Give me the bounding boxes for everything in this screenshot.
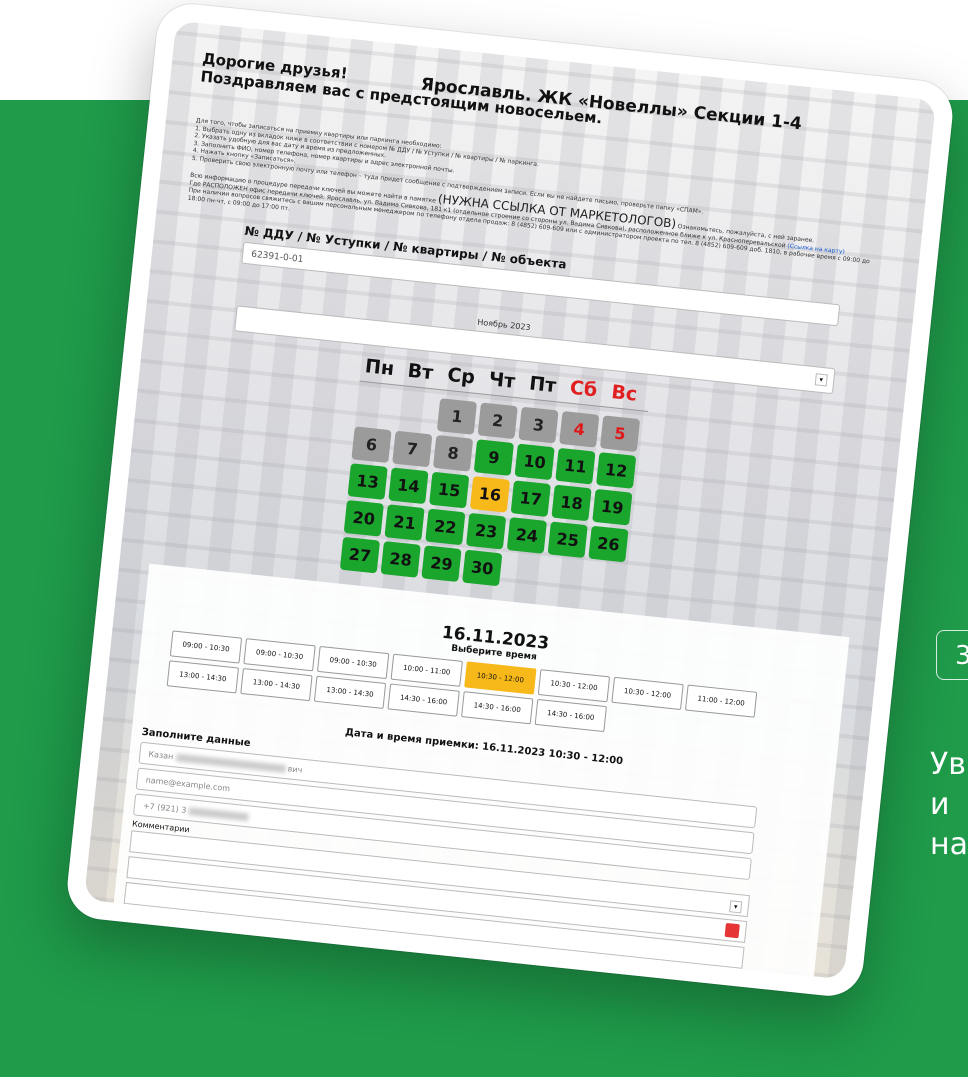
tablet-mockup: Дорогие друзья! Поздравляем вас с предст… [64,0,956,1000]
calendar-day-13[interactable]: 13 [347,463,388,500]
calendar-day-1: 1 [436,398,478,435]
calendar-day-19[interactable]: 19 [592,488,633,526]
calendar-day-9[interactable]: 9 [473,439,514,476]
weekday-mon: Пн [364,355,396,381]
time-slot[interactable]: 09:00 - 10:30 [169,630,243,664]
weekday-wed: Ср [446,363,477,389]
time-slot[interactable]: 10:00 - 11:00 [390,653,463,687]
calendar-day-24[interactable]: 24 [506,517,548,554]
calendar-day-16[interactable]: 16 [469,476,511,513]
calendar: Пн Вт Ср Чт Пт Сб Вс 1 2 3 4 5 6 7 8 9 10 11 12 13 14… [339,354,651,600]
name-blurred-part [175,752,286,773]
calendar-day-10[interactable]: 10 [514,443,555,481]
calendar-day-4: 4 [559,411,600,448]
tablet-screen: Дорогие друзья! Поздравляем вас с предст… [83,20,937,980]
time-slot[interactable]: 14:30 - 16:00 [387,683,460,717]
calendar-day-8: 8 [432,434,474,472]
time-slot[interactable]: 10:30 - 12:00 [464,661,537,695]
time-slot[interactable]: 13:00 - 14:30 [240,668,313,702]
time-slot[interactable]: 10:30 - 12:00 [537,669,611,703]
name-visible-end: вич [287,764,303,775]
time-slot[interactable]: 14:30 - 16:00 [461,691,534,725]
calendar-empty-cell [355,390,395,427]
time-slot[interactable]: 10:30 - 12:00 [611,676,684,711]
weekday-sun: Вс [610,381,639,406]
calendar-day-6: 6 [351,426,392,464]
side-number-box: 3 [936,630,968,680]
calendar-day-23[interactable]: 23 [465,512,507,550]
calendar-day-29[interactable]: 29 [421,545,462,583]
calendar-day-2: 2 [477,402,518,440]
time-slot[interactable]: 11:00 - 12:00 [684,684,758,718]
phone-value: +7 (921) 3 [142,801,187,815]
calendar-day-27[interactable]: 27 [339,536,381,574]
calendar-day-3: 3 [518,406,559,444]
time-slot[interactable]: 09:00 - 10:30 [316,645,390,680]
calendar-day-5: 5 [599,415,641,452]
weekday-fri: Пт [528,372,558,398]
calendar-day-14[interactable]: 14 [388,467,429,505]
phone-blurred-part [188,806,249,821]
weekday-sat: Сб [568,376,599,402]
calendar-day-18[interactable]: 18 [551,484,592,522]
name-visible-start: Казан [147,749,174,762]
clear-icon[interactable] [724,922,740,939]
calendar-day-7: 7 [392,430,433,468]
calendar-day-30[interactable]: 30 [462,549,503,587]
weekday-thu: Чт [487,368,517,393]
chevron-down-icon[interactable]: ▾ [729,900,743,914]
time-slot[interactable]: 14:30 - 16:00 [534,698,607,733]
calendar-day-28[interactable]: 28 [380,541,421,578]
time-slot[interactable]: 09:00 - 10:30 [243,638,316,672]
calendar-day-20[interactable]: 20 [343,499,384,537]
month-select-label: Ноябрь 2023 [476,317,531,333]
calendar-day-21[interactable]: 21 [384,504,425,541]
time-selection-panel: 16.11.2023 Выберите время 09:00 - 10:30 0… [112,563,850,980]
calendar-day-17[interactable]: 17 [510,480,551,518]
calendar-empty-cell [396,394,436,431]
weekday-tue: Вт [406,359,435,385]
calendar-day-11[interactable]: 11 [555,447,596,485]
time-slot[interactable]: 13:00 - 14:30 [166,660,239,694]
calendar-day-12[interactable]: 12 [596,452,637,489]
chevron-down-icon[interactable]: ▾ [814,373,828,387]
calendar-day-15[interactable]: 15 [429,471,470,509]
calendar-day-26[interactable]: 26 [588,525,629,563]
calendar-day-25[interactable]: 25 [547,521,588,559]
booking-form-page: Дорогие друзья! Поздравляем вас с предст… [84,20,936,980]
calendar-days-grid: 1 2 3 4 5 6 7 8 9 10 11 12 13 14 15 16 17 18 19 20 21 22 23 24 2… [339,390,647,600]
side-text-fragment: Ув и на [930,747,968,862]
calendar-day-22[interactable]: 22 [425,508,466,546]
time-slot[interactable]: 13:00 - 14:30 [313,675,387,709]
